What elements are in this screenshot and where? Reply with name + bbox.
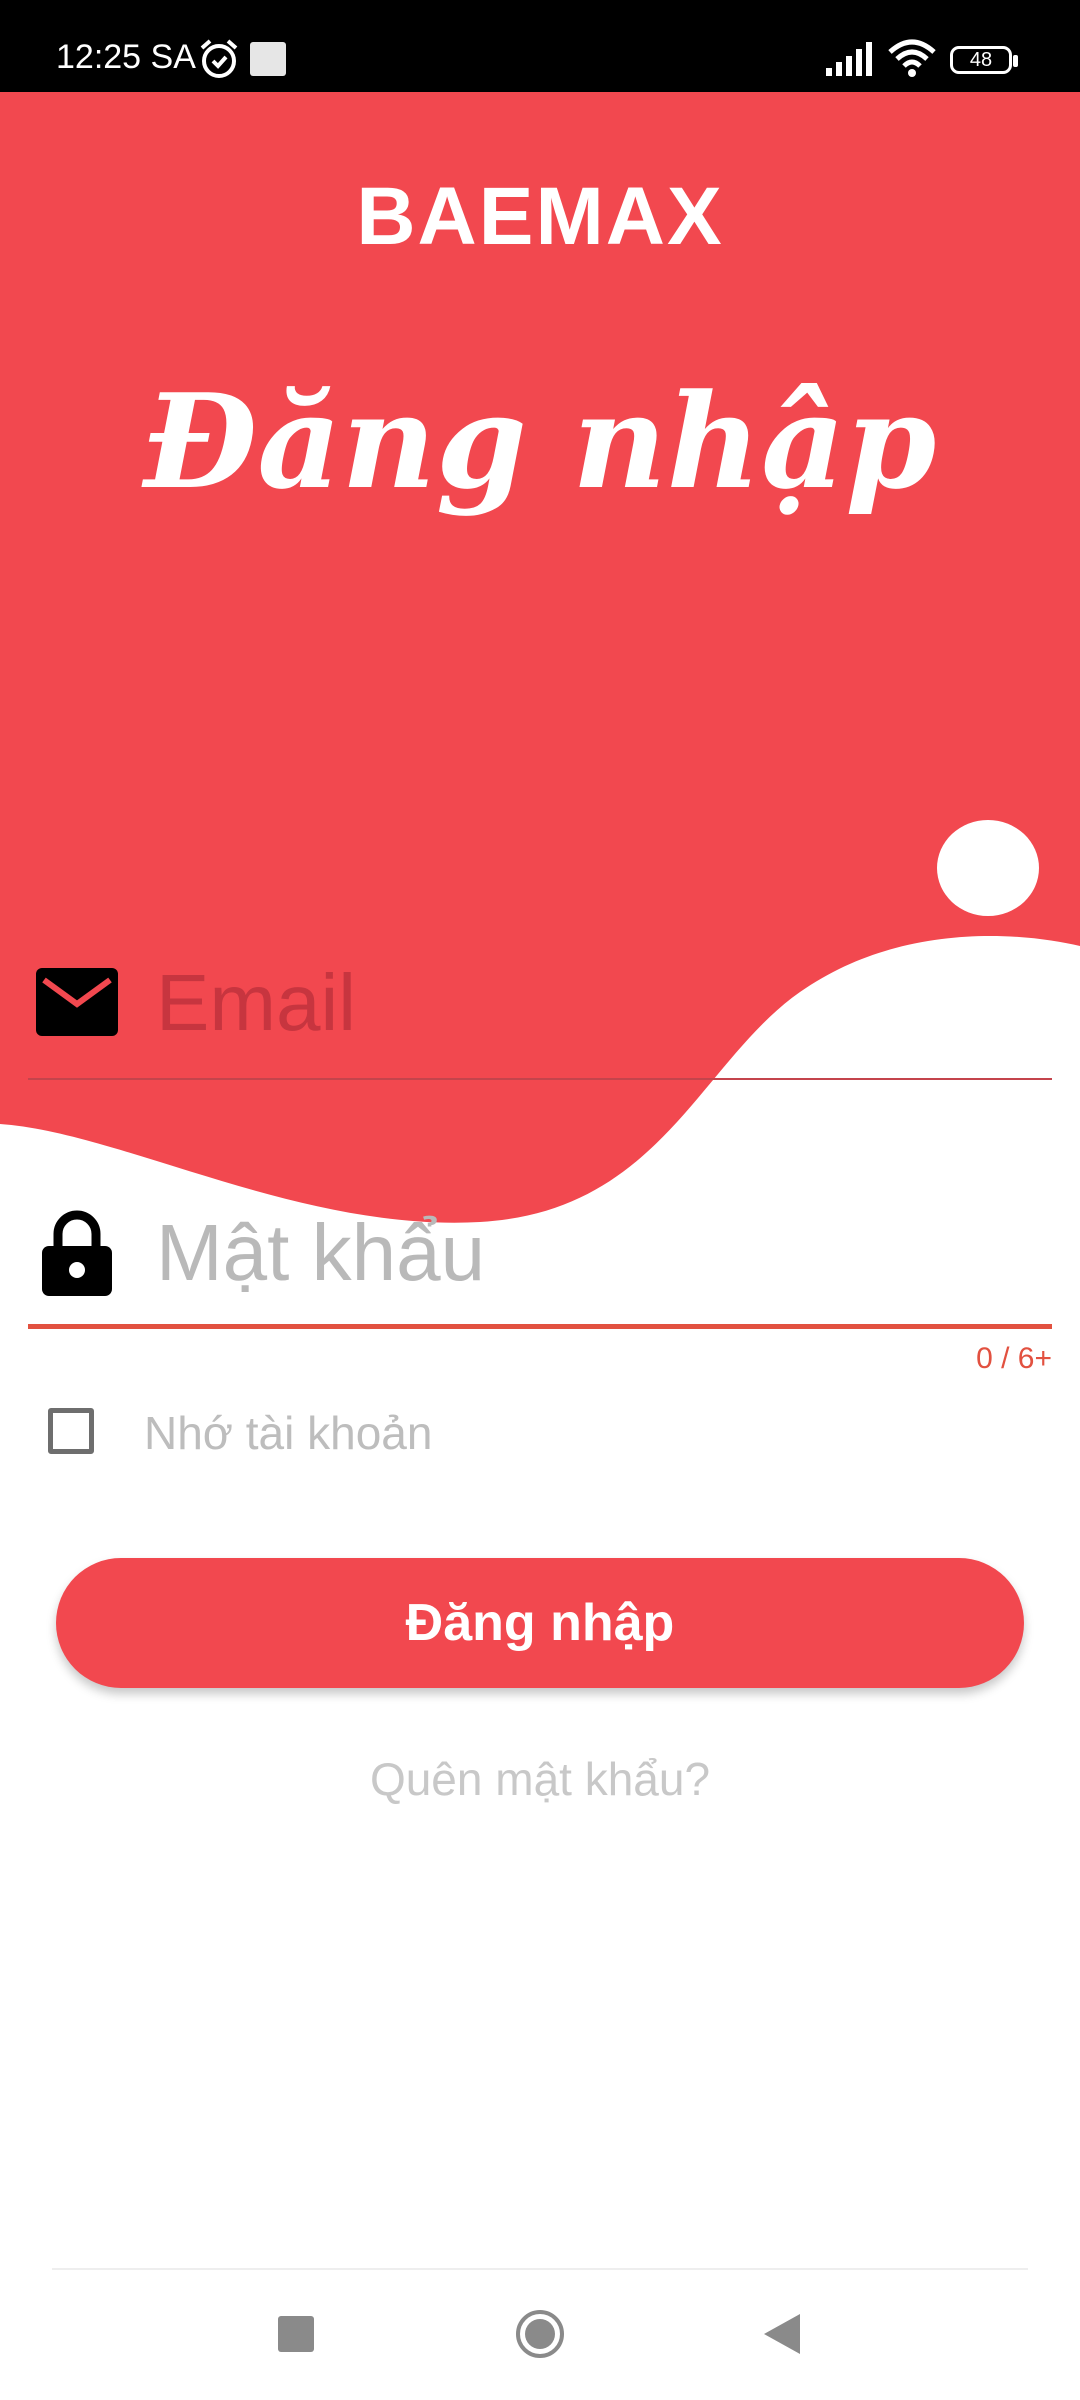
home-button[interactable] [514, 2308, 566, 2360]
brand-logo: BAEMAX [356, 171, 724, 262]
password-char-counter: 0 / 6+ [976, 1342, 1052, 1375]
password-input[interactable] [156, 1198, 1036, 1308]
lock-icon [42, 1210, 112, 1296]
decorative-circle [937, 820, 1039, 916]
recents-button[interactable] [278, 2316, 314, 2352]
password-underline [28, 1324, 1052, 1329]
notification-icon [250, 42, 286, 76]
password-field[interactable] [28, 1190, 1052, 1330]
status-bar: 12:25 SA 48 [0, 0, 1080, 92]
signal-icon [826, 42, 872, 76]
remember-checkbox[interactable] [48, 1408, 94, 1454]
login-screen: 12:25 SA 48 BAEMAX Đăng nhập Email 0 / 6… [0, 0, 1080, 2400]
email-input[interactable] [156, 948, 1036, 1058]
wifi-icon [888, 39, 936, 77]
email-underline [28, 1078, 1052, 1080]
page-title: Đăng nhập [143, 365, 937, 518]
remember-label[interactable]: Nhớ tài khoản [144, 1406, 432, 1460]
alarm-icon [200, 39, 238, 78]
hero-background [0, 92, 1080, 1292]
status-time: 12:25 SA [56, 38, 196, 76]
nav-divider [52, 2268, 1028, 2270]
email-field[interactable] [28, 940, 1052, 1080]
back-button[interactable] [762, 2312, 802, 2356]
login-button[interactable]: Đăng nhập [56, 1558, 1024, 1688]
mail-icon [36, 968, 118, 1036]
battery-level: 48 [969, 48, 993, 71]
forgot-password-link[interactable]: Quên mật khẩu? [0, 1752, 1080, 1806]
battery-icon: 48 [950, 46, 1018, 74]
